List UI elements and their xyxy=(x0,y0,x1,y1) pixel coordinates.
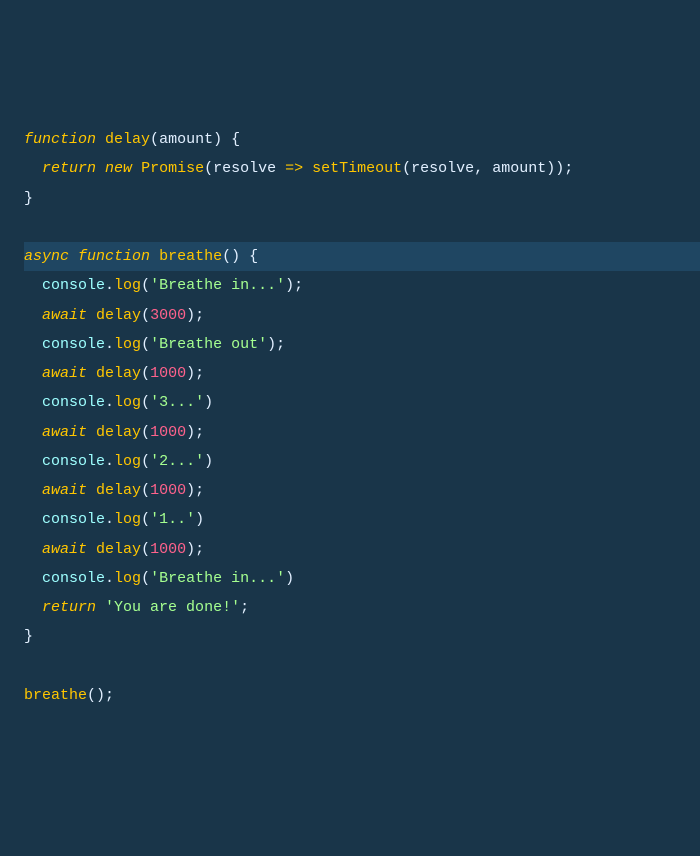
number-literal: 1000 xyxy=(150,482,186,499)
keyword-new: new xyxy=(105,160,132,177)
string-literal: 'Breathe in...' xyxy=(150,277,285,294)
number-literal: 1000 xyxy=(150,541,186,558)
keyword-async: async xyxy=(24,248,69,265)
code-line-1: function delay(amount) { xyxy=(24,125,700,154)
number-literal: 3000 xyxy=(150,307,186,324)
code-line-2: return new Promise(resolve => setTimeout… xyxy=(24,154,700,183)
code-line-3: } xyxy=(24,184,700,213)
code-block: function delay(amount) { return new Prom… xyxy=(24,125,700,710)
code-line-19 xyxy=(24,652,700,681)
code-line-14: console.log('1..') xyxy=(24,505,700,534)
number-literal: 1000 xyxy=(150,365,186,382)
call-settimeout: setTimeout xyxy=(312,160,402,177)
code-line-5: async function breathe() { xyxy=(24,242,700,271)
method-log: log xyxy=(114,277,141,294)
string-literal: 'Breathe out' xyxy=(150,336,267,353)
code-line-8: console.log('Breathe out'); xyxy=(24,330,700,359)
string-literal: '2...' xyxy=(150,453,204,470)
code-line-15: await delay(1000); xyxy=(24,535,700,564)
function-name-delay: delay xyxy=(105,131,150,148)
ident-resolve: resolve xyxy=(213,160,276,177)
code-line-20: breathe(); xyxy=(24,681,700,710)
code-line-9: await delay(1000); xyxy=(24,359,700,388)
call-delay: delay xyxy=(96,307,141,324)
code-line-12: console.log('2...') xyxy=(24,447,700,476)
string-literal: '3...' xyxy=(150,394,204,411)
number-literal: 1000 xyxy=(150,424,186,441)
string-literal: 'Breathe in...' xyxy=(150,570,285,587)
code-line-7: await delay(3000); xyxy=(24,301,700,330)
function-name-breathe: breathe xyxy=(159,248,222,265)
code-line-18: } xyxy=(24,622,700,651)
code-line-10: console.log('3...') xyxy=(24,388,700,417)
class-promise: Promise xyxy=(141,160,204,177)
keyword-return: return xyxy=(42,160,96,177)
ident-console: console xyxy=(42,277,105,294)
keyword-function: function xyxy=(78,248,150,265)
code-line-11: await delay(1000); xyxy=(24,418,700,447)
arrow-icon: => xyxy=(276,160,312,177)
code-line-17: return 'You are done!'; xyxy=(24,593,700,622)
param-amount: amount xyxy=(159,131,213,148)
code-line-4 xyxy=(24,213,700,242)
code-line-13: await delay(1000); xyxy=(24,476,700,505)
string-literal: '1..' xyxy=(150,511,195,528)
call-breathe: breathe xyxy=(24,687,87,704)
string-literal: 'You are done!' xyxy=(105,599,240,616)
code-line-6: console.log('Breathe in...'); xyxy=(24,271,700,300)
keyword-return: return xyxy=(42,599,96,616)
keyword-function: function xyxy=(24,131,96,148)
code-line-16: console.log('Breathe in...') xyxy=(24,564,700,593)
keyword-await: await xyxy=(42,307,87,324)
